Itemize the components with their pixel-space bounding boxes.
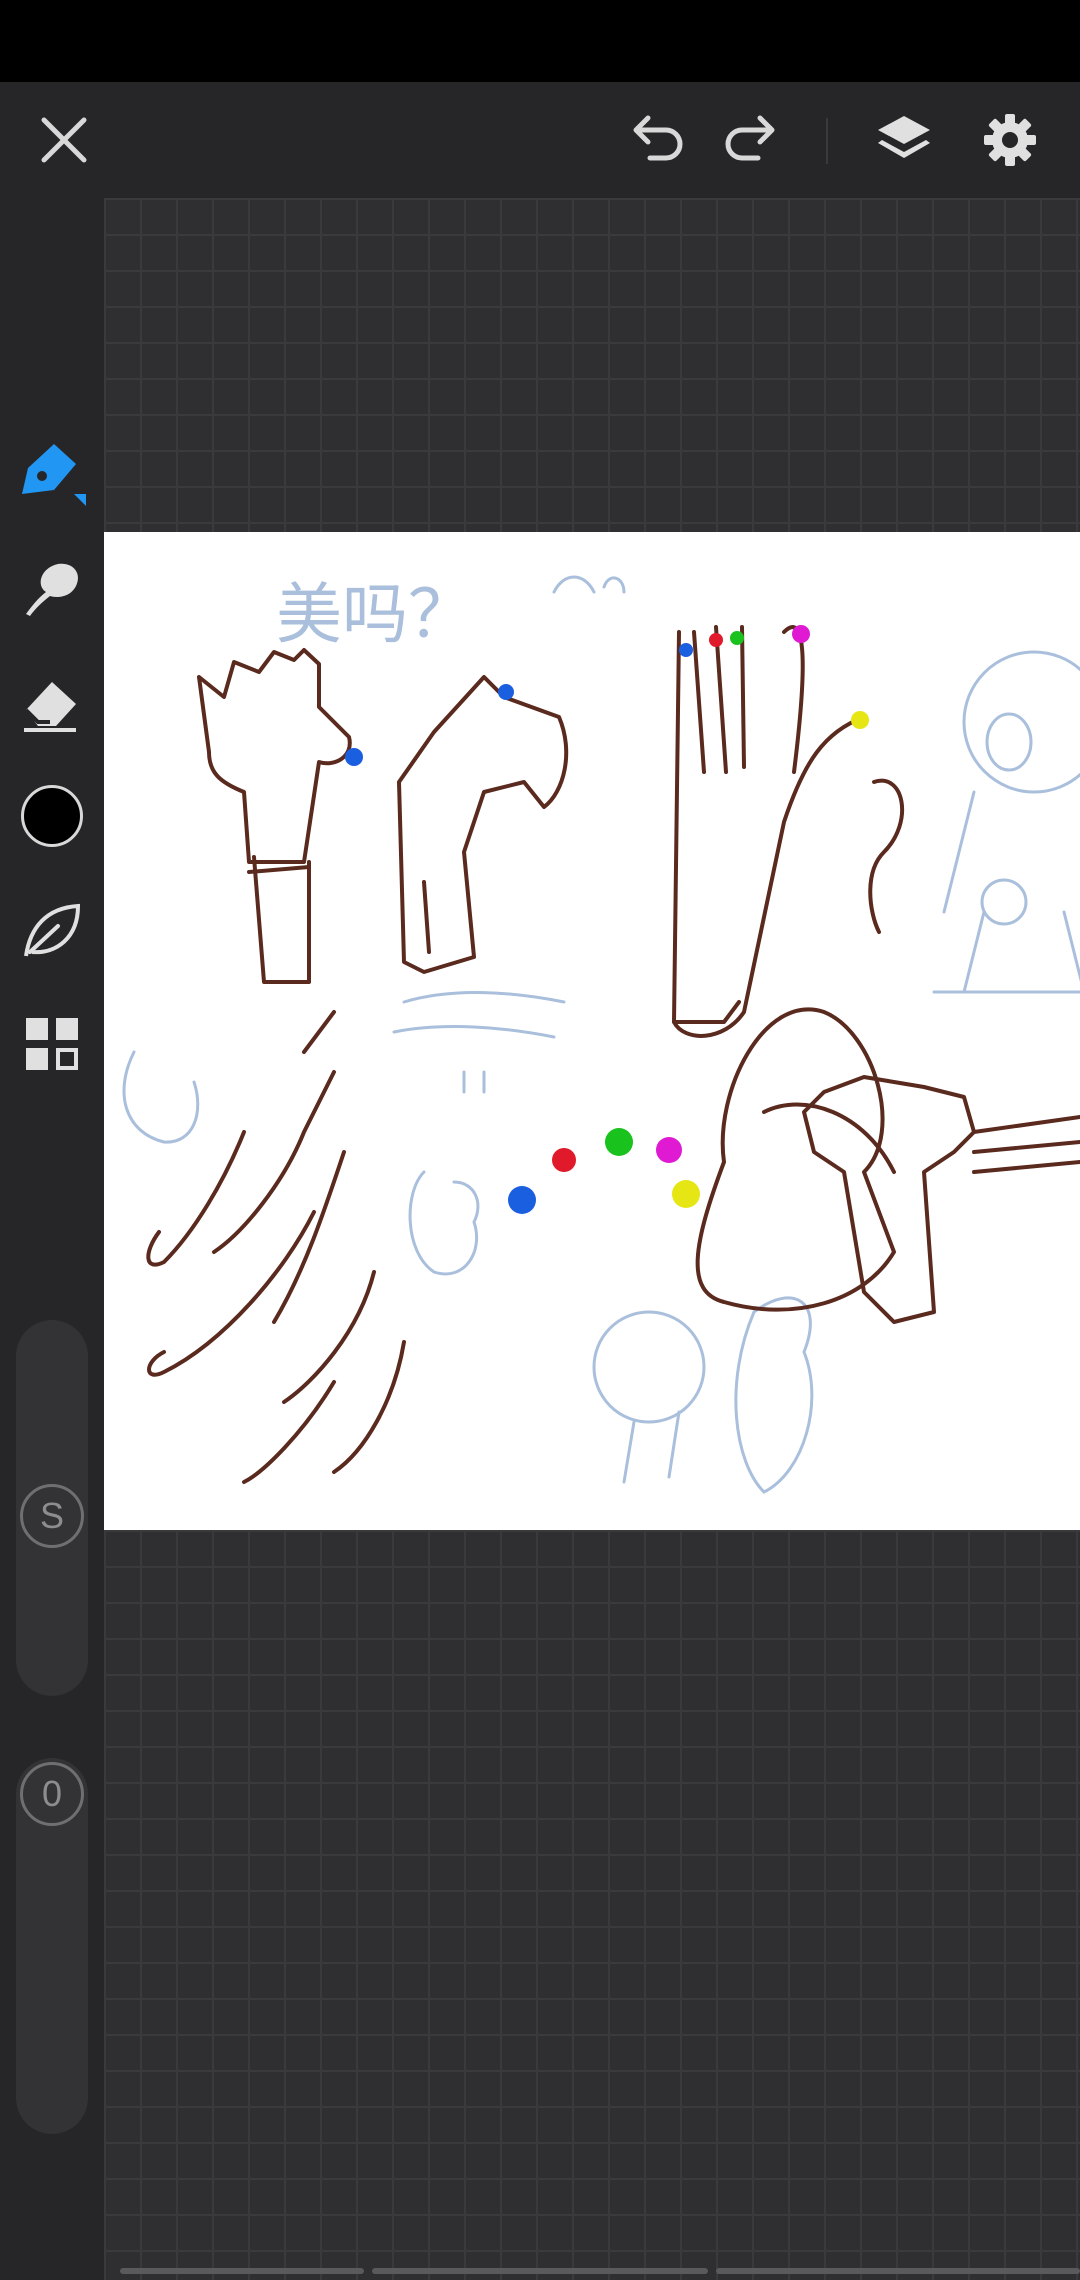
color-swatch <box>21 785 83 847</box>
character-head-sketch <box>962 650 1080 794</box>
color-picker[interactable] <box>0 766 104 866</box>
undo-icon <box>633 115 683 161</box>
redo-icon <box>725 115 775 161</box>
brush-library-button[interactable] <box>0 880 104 980</box>
top-toolbar <box>0 82 1080 198</box>
eraser-icon <box>24 682 76 732</box>
drawing-canvas[interactable]: 美吗？ <box>104 532 1080 1530</box>
grid-icon <box>26 1018 78 1070</box>
size-slider-label: S <box>39 1495 64 1536</box>
tool-pen[interactable] <box>0 422 104 522</box>
bottom-tab-1[interactable] <box>120 2268 364 2274</box>
redo-button[interactable] <box>704 82 800 198</box>
undo-button[interactable] <box>608 82 704 198</box>
brush-size-knob[interactable]: S <box>20 1484 84 1548</box>
layers-icon <box>878 116 930 158</box>
tool-sidebar: S 0 <box>0 198 104 2280</box>
opacity-slider-label: 0 <box>41 1773 63 1814</box>
close-icon <box>41 117 87 163</box>
opacity-knob[interactable]: 0 <box>20 1762 84 1826</box>
tool-smudge[interactable] <box>0 538 104 638</box>
sketch-artwork: 美吗？ <box>122 575 1080 1494</box>
pen-icon <box>22 444 86 506</box>
gear-icon <box>984 114 1036 166</box>
smudge-brush-icon <box>26 563 78 616</box>
layers-button[interactable] <box>856 82 952 198</box>
canvas-caption: 美吗？ <box>276 576 474 653</box>
gem-dots <box>345 625 869 1214</box>
tool-eraser[interactable] <box>0 652 104 752</box>
bottom-tab-2[interactable] <box>372 2268 708 2274</box>
status-bar <box>0 0 1080 82</box>
canvas-handwritten-text: 美吗？ <box>276 576 474 653</box>
close-button[interactable] <box>16 82 112 198</box>
settings-button[interactable] <box>962 82 1058 198</box>
more-tools-button[interactable] <box>0 994 104 1094</box>
bottom-tab-3[interactable] <box>716 2268 1080 2274</box>
toolbar-divider <box>826 118 828 164</box>
leaf-icon <box>24 903 81 957</box>
